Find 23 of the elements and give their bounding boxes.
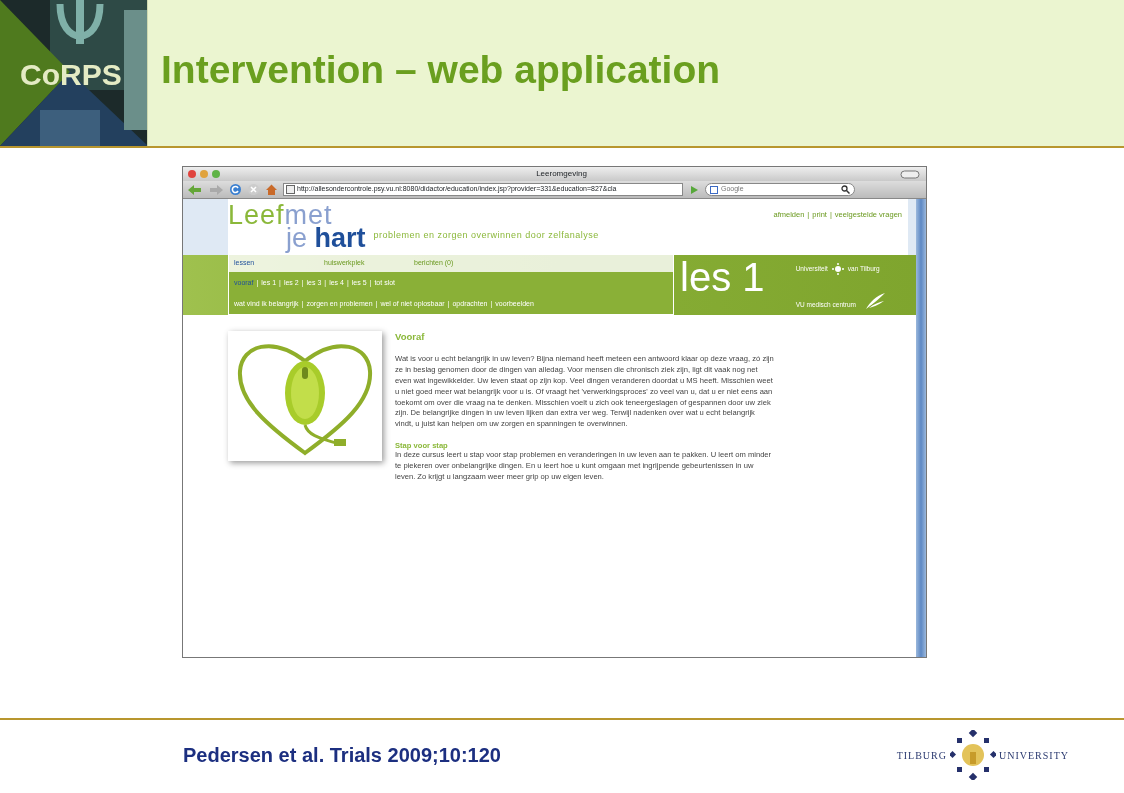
search-icon[interactable] — [841, 185, 850, 194]
toolbar-toggle-icon[interactable] — [900, 169, 920, 179]
forward-arrow-icon[interactable] — [208, 183, 224, 196]
scrollbar[interactable] — [916, 199, 926, 657]
feather-logo-icon — [864, 292, 886, 310]
university-emblem-icon — [831, 263, 844, 275]
site-tagline: problemen en zorgen overwinnen door zelfanalyse — [373, 229, 599, 242]
go-arrow-icon[interactable] — [688, 183, 700, 196]
window-controls-icon[interactable] — [187, 169, 223, 179]
banner-title: les 1 — [679, 255, 765, 301]
reload-icon[interactable] — [229, 183, 242, 196]
back-arrow-icon[interactable] — [187, 183, 203, 196]
university-name: UNIVERSITY — [999, 748, 1069, 763]
stop-icon[interactable] — [247, 183, 260, 196]
citation: Pedersen et al. Trials 2009;10:120 — [183, 743, 501, 768]
section-heading: Vooraf — [395, 331, 426, 343]
slide-title: Intervention – web application — [161, 46, 721, 93]
university-emblem-icon — [950, 730, 996, 780]
page-icon — [286, 185, 295, 194]
home-icon[interactable] — [265, 183, 278, 196]
university-name: TILBURG — [896, 748, 947, 763]
logo-text: CoRPS — [20, 57, 122, 93]
window-title: Leeromgeving — [535, 168, 588, 180]
